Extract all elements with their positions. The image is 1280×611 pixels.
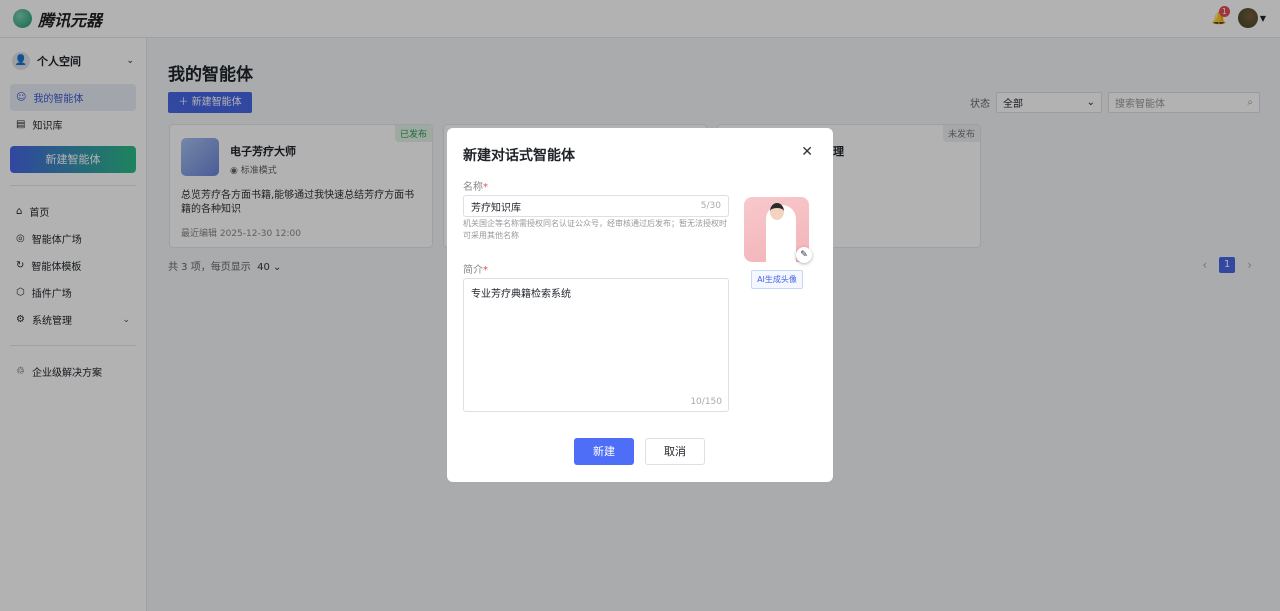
intro-textarea[interactable]: 专业芳疗典籍检索系统 10/150	[463, 278, 729, 412]
close-icon[interactable]: ✕	[801, 144, 813, 160]
char-count: 5/30	[700, 201, 721, 211]
pencil-icon[interactable]: ✎	[796, 247, 812, 263]
name-label: 名称*	[463, 182, 488, 193]
name-hint: 机关国企等名称需授权同名认证公众号，经审核通过后发布；暂无法授权时可采用其他名称	[463, 219, 727, 240]
label: 名称	[463, 182, 483, 193]
create-button[interactable]: 新建	[574, 438, 634, 465]
name-value: 芳疗知识库	[471, 202, 521, 214]
intro-label: 简介*	[463, 265, 488, 276]
label: 简介	[463, 265, 483, 276]
name-input[interactable]: 芳疗知识库 5/30	[463, 195, 729, 217]
new-agent-dialog: 新建对话式智能体 ✕ 名称* 芳疗知识库 5/30 机关国企等名称需授权同名认证公…	[447, 128, 833, 482]
cancel-button[interactable]: 取消	[645, 438, 705, 465]
char-count: 10/150	[690, 397, 722, 407]
dialog-title: 新建对话式智能体	[463, 148, 575, 164]
ai-generate-avatar-button[interactable]: AI生成头像	[751, 270, 803, 289]
intro-value: 专业芳疗典籍检索系统	[471, 289, 571, 300]
